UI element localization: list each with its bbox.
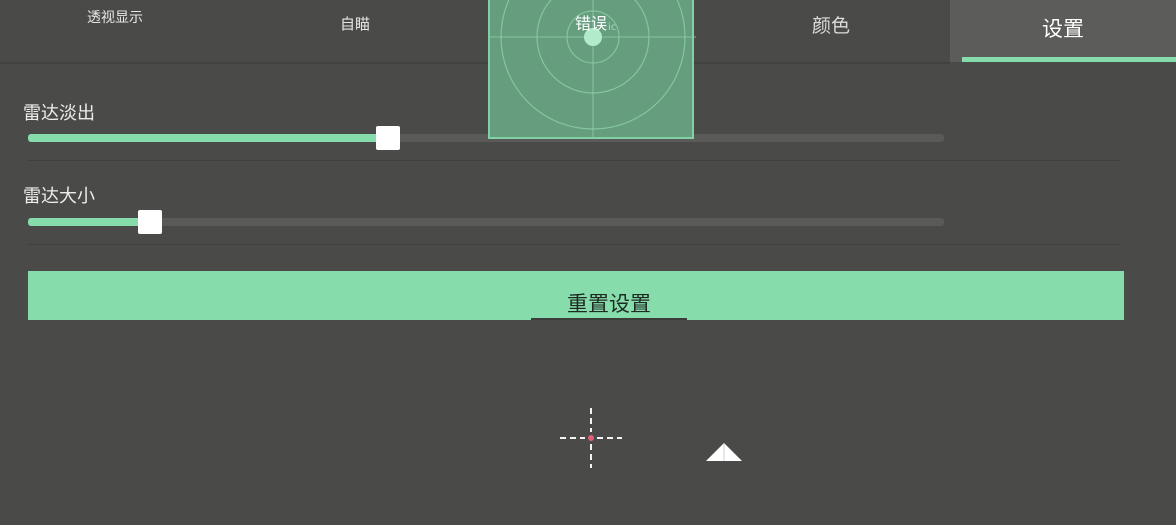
tab-aim-label: 自瞄 [339, 15, 370, 33]
settings-screen: 透视显示 自瞄 错误 颜色 设置 ic 雷达淡出 雷达大小 重置设置 [0, 0, 1176, 525]
tab-bar: 透视显示 自瞄 错误 颜色 设置 [0, 0, 1176, 64]
tab-color-label: 颜色 [811, 15, 850, 37]
active-tab-indicator [962, 57, 1176, 62]
tab-color[interactable]: 颜色 [712, 0, 950, 62]
tab-settings[interactable]: 设置 [950, 0, 1176, 62]
tab-bar-divider [0, 62, 950, 64]
reset-settings-button[interactable]: 重置设置 [28, 271, 1124, 320]
tab-esp[interactable]: 透视显示 [0, 0, 230, 62]
radar-fade-slider[interactable] [28, 126, 944, 150]
tab-settings-label: 设置 [1042, 17, 1084, 41]
crosshair-icon [560, 408, 622, 468]
radar-fade-fill [28, 134, 388, 142]
tab-error[interactable]: 错误 [488, 0, 694, 62]
row-divider [28, 160, 1120, 161]
player-arrow-icon [706, 443, 742, 461]
radar-fade-thumb[interactable] [375, 126, 400, 150]
radar-size-thumb[interactable] [137, 210, 162, 234]
tab-esp-label: 透视显示 [87, 10, 143, 26]
radar-size-fill [28, 218, 150, 226]
tab-aim[interactable]: 自瞄 [230, 0, 480, 62]
radar-size-label: 雷达大小 [23, 186, 95, 207]
radar-fade-label: 雷达淡出 [23, 103, 95, 124]
tab-error-label: 错误 [574, 14, 607, 33]
radar-size-slider[interactable] [28, 210, 944, 234]
row-divider [28, 244, 1120, 245]
reset-settings-label: 重置设置 [531, 291, 687, 320]
